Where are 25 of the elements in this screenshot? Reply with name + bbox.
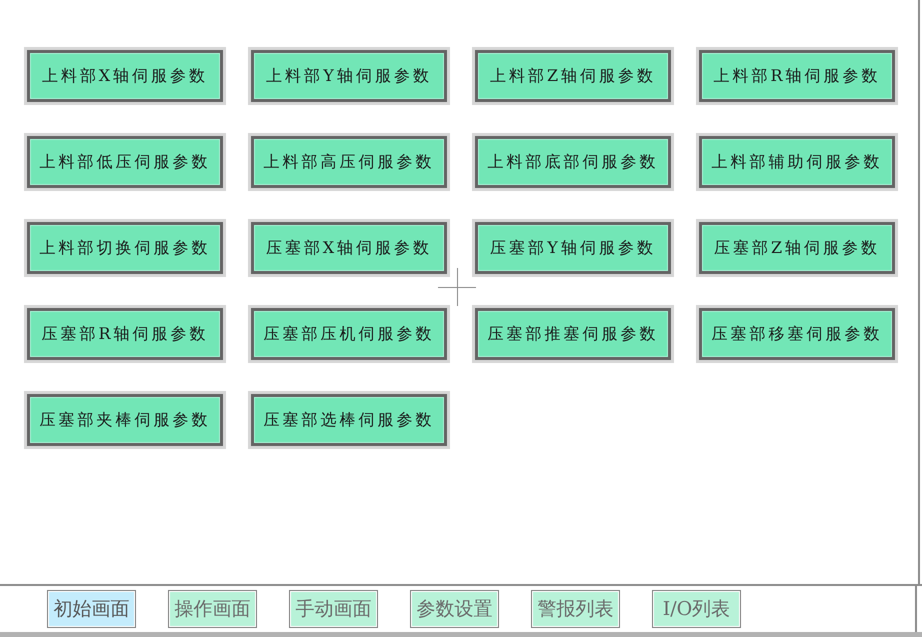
nav-tab[interactable]: 参数设置 <box>410 590 499 628</box>
servo-parameter-button[interactable]: 压塞部X轴伺服参数 <box>248 219 450 277</box>
servo-parameter-button[interactable]: 上料部高压伺服参数 <box>248 133 450 191</box>
nav-tab[interactable]: 初始画面 <box>47 590 136 628</box>
servo-parameter-button[interactable]: 上料部底部伺服参数 <box>472 133 674 191</box>
nav-tab[interactable]: 警报列表 <box>531 590 620 628</box>
servo-parameter-button[interactable]: 上料部X轴伺服参数 <box>24 47 226 105</box>
servo-parameter-button[interactable]: 上料部Y轴伺服参数 <box>248 47 450 105</box>
servo-parameter-button[interactable]: 上料部Z轴伺服参数 <box>472 47 674 105</box>
servo-parameter-button[interactable]: 压塞部移塞伺服参数 <box>696 305 898 363</box>
servo-parameter-button[interactable]: 压塞部Z轴伺服参数 <box>696 219 898 277</box>
servo-parameter-button[interactable]: 压塞部推塞伺服参数 <box>472 305 674 363</box>
servo-parameter-button[interactable]: 压塞部R轴伺服参数 <box>24 305 226 363</box>
servo-parameter-button[interactable]: 上料部辅助伺服参数 <box>696 133 898 191</box>
nav-tab[interactable]: 操作画面 <box>168 590 257 628</box>
crosshair-cursor-icon <box>438 268 476 306</box>
servo-parameter-button[interactable]: 上料部低压伺服参数 <box>24 133 226 191</box>
servo-parameter-button[interactable]: 上料部切换伺服参数 <box>24 219 226 277</box>
nav-tab[interactable]: 手动画面 <box>289 590 378 628</box>
nav-tab[interactable]: I/O列表 <box>652 590 741 628</box>
servo-parameter-button[interactable]: 压塞部选棒伺服参数 <box>248 391 450 449</box>
servo-parameter-button[interactable]: 压塞部夹棒伺服参数 <box>24 391 226 449</box>
servo-parameter-button[interactable]: 上料部R轴伺服参数 <box>696 47 898 105</box>
servo-parameter-button[interactable]: 压塞部Y轴伺服参数 <box>472 219 674 277</box>
servo-parameter-button[interactable]: 压塞部压机伺服参数 <box>248 305 450 363</box>
